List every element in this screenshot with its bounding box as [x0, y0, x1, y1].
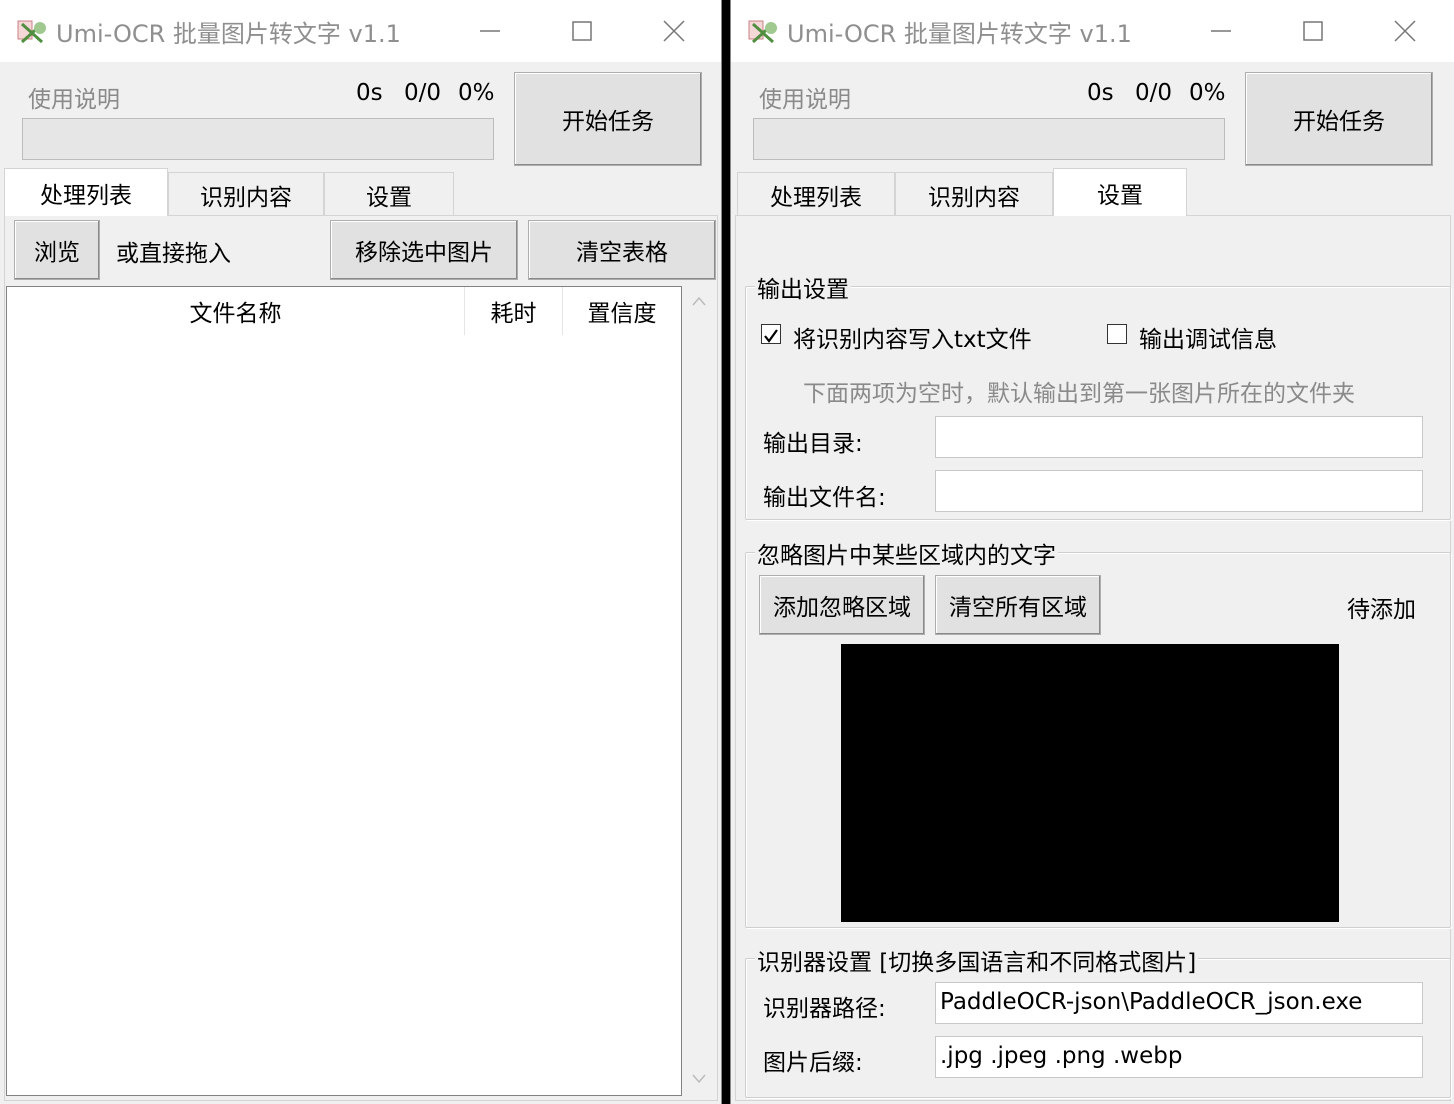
column-time[interactable]: 耗时: [465, 287, 563, 335]
file-table[interactable]: 文件名称 耗时 置信度: [6, 286, 682, 1096]
output-dir-input[interactable]: [935, 416, 1423, 458]
elapsed-time: 0s: [1087, 80, 1114, 106]
minimize-icon: [1211, 30, 1231, 32]
window-title: Umi-OCR 批量图片转文字 v1.1: [787, 20, 1132, 48]
output-filename-input[interactable]: [935, 470, 1423, 512]
table-header: 文件名称 耗时 置信度: [7, 287, 681, 335]
title-bar[interactable]: Umi-OCR 批量图片转文字 v1.1: [731, 0, 1454, 62]
window-title: Umi-OCR 批量图片转文字 v1.1: [56, 20, 401, 48]
app-icon: [748, 20, 777, 44]
close-icon: [1394, 20, 1416, 42]
recognizer-path-label: 识别器路径:: [763, 996, 886, 1022]
task-percent: 0%: [1189, 80, 1226, 106]
minimize-button[interactable]: [444, 0, 536, 62]
output-hint: 下面两项为空时，默认输出到第一张图片所在的文件夹: [803, 381, 1355, 407]
output-settings-legend: 输出设置: [755, 270, 851, 304]
elapsed-time: 0s: [356, 80, 383, 106]
recognizer-legend: 识别器设置 [切换多国语言和不同格式图片]: [755, 943, 1199, 977]
minimize-button[interactable]: [1175, 0, 1267, 62]
debug-info-label[interactable]: 输出调试信息: [1139, 320, 1277, 354]
help-link[interactable]: 使用说明: [28, 80, 120, 114]
maximize-icon: [1303, 21, 1323, 41]
output-dir-label: 输出目录:: [763, 431, 863, 457]
maximize-button[interactable]: [1267, 0, 1359, 62]
output-filename-label: 输出文件名:: [763, 485, 886, 511]
scroll-down-icon[interactable]: [692, 1074, 706, 1084]
tab-process-list[interactable]: 处理列表: [737, 172, 895, 216]
tab-settings[interactable]: 设置: [324, 172, 454, 216]
ignore-area-preview[interactable]: [841, 644, 1339, 922]
column-confidence[interactable]: 置信度: [563, 287, 681, 335]
task-percent: 0%: [458, 80, 495, 106]
close-button[interactable]: [628, 0, 720, 62]
task-count: 0/0: [404, 80, 442, 106]
close-button[interactable]: [1359, 0, 1451, 62]
scroll-up-icon[interactable]: [692, 296, 706, 306]
progress-bar: [22, 118, 494, 160]
task-count: 0/0: [1135, 80, 1173, 106]
progress-bar: [753, 118, 1225, 160]
image-suffix-label: 图片后缀:: [763, 1050, 863, 1076]
browse-button[interactable]: 浏览: [14, 220, 100, 280]
add-ignore-area-button[interactable]: 添加忽略区域: [759, 575, 925, 635]
tab-settings[interactable]: 设置: [1053, 168, 1187, 216]
clear-all-areas-button[interactable]: 清空所有区域: [935, 575, 1101, 635]
recognizer-path-input[interactable]: PaddleOCR-json\PaddleOCR_json.exe: [935, 982, 1423, 1024]
tab-recognized-content[interactable]: 识别内容: [895, 172, 1053, 216]
write-txt-checkbox[interactable]: [761, 324, 781, 344]
start-task-button[interactable]: 开始任务: [514, 72, 702, 166]
drag-hint: 或直接拖入: [116, 241, 231, 267]
app-icon: [17, 20, 46, 44]
start-task-button[interactable]: 开始任务: [1245, 72, 1433, 166]
write-txt-label[interactable]: 将识别内容写入txt文件: [793, 320, 1032, 354]
title-bar[interactable]: Umi-OCR 批量图片转文字 v1.1: [0, 0, 721, 62]
tab-process-list[interactable]: 处理列表: [4, 168, 168, 216]
maximize-button[interactable]: [536, 0, 628, 62]
ignore-area-legend: 忽略图片中某些区域内的文字: [755, 536, 1058, 570]
help-link[interactable]: 使用说明: [759, 80, 851, 114]
tab-recognized-content[interactable]: 识别内容: [168, 172, 324, 216]
clear-table-button[interactable]: 清空表格: [528, 220, 716, 280]
checkmark-icon: [764, 329, 778, 343]
right-window: Umi-OCR 批量图片转文字 v1.1 使用说明 0s 0/0 0% 开始任务…: [730, 0, 1454, 1104]
remove-selected-button[interactable]: 移除选中图片: [330, 220, 518, 280]
left-window: Umi-OCR 批量图片转文字 v1.1 使用说明 0s 0/0 0% 开始任务…: [0, 0, 722, 1104]
image-suffix-input[interactable]: .jpg .jpeg .png .webp: [935, 1036, 1423, 1078]
debug-info-checkbox[interactable]: [1107, 324, 1127, 344]
ignore-area-status: 待添加: [1347, 597, 1416, 623]
table-scrollbar[interactable]: [684, 286, 714, 1096]
close-icon: [663, 20, 685, 42]
minimize-icon: [480, 30, 500, 32]
maximize-icon: [572, 21, 592, 41]
column-filename[interactable]: 文件名称: [7, 287, 465, 335]
